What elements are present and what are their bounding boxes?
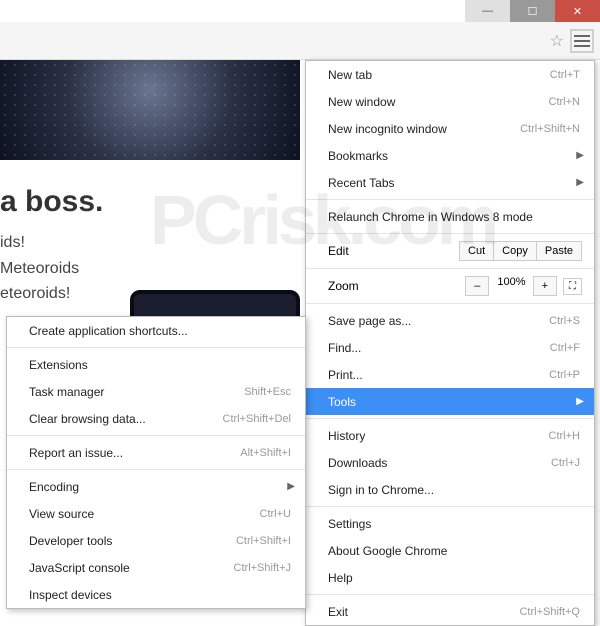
- menu-separator: [306, 506, 594, 507]
- chevron-right-icon: ▶: [576, 177, 584, 188]
- window-controls: — ☐ ✕: [465, 0, 600, 28]
- edit-label: Edit: [328, 244, 459, 258]
- submenu-extensions[interactable]: Extensions: [7, 351, 305, 378]
- chevron-right-icon: ▶: [287, 481, 295, 492]
- menu-sign-in[interactable]: Sign in to Chrome...: [306, 476, 594, 503]
- menu-tools[interactable]: Tools▶: [306, 388, 594, 415]
- menu-zoom-row: Zoom – 100% + ⛶: [306, 272, 594, 300]
- chrome-main-menu: New tabCtrl+T New windowCtrl+N New incog…: [305, 60, 595, 626]
- page-headline: a boss.: [0, 185, 103, 219]
- submenu-js-console[interactable]: JavaScript consoleCtrl+Shift+J: [7, 554, 305, 581]
- zoom-out-button[interactable]: –: [465, 276, 489, 296]
- text-line: Meteoroids: [0, 256, 79, 282]
- page-sublines: ids! Meteoroids eteoroids!: [0, 230, 79, 307]
- menu-separator: [7, 435, 305, 436]
- submenu-developer-tools[interactable]: Developer toolsCtrl+Shift+I: [7, 527, 305, 554]
- menu-separator: [306, 594, 594, 595]
- cut-button[interactable]: Cut: [459, 241, 494, 261]
- submenu-encoding[interactable]: Encoding▶: [7, 473, 305, 500]
- close-button[interactable]: ✕: [555, 0, 600, 22]
- zoom-label: Zoom: [328, 279, 465, 293]
- submenu-create-shortcuts[interactable]: Create application shortcuts...: [7, 317, 305, 344]
- submenu-task-manager[interactable]: Task managerShift+Esc: [7, 378, 305, 405]
- menu-new-incognito[interactable]: New incognito windowCtrl+Shift+N: [306, 115, 594, 142]
- text-line: eteoroids!: [0, 281, 79, 307]
- menu-save-page[interactable]: Save page as...Ctrl+S: [306, 307, 594, 334]
- menu-separator: [306, 199, 594, 200]
- maximize-button[interactable]: ☐: [510, 0, 555, 22]
- fullscreen-button[interactable]: ⛶: [563, 278, 582, 295]
- menu-new-window[interactable]: New windowCtrl+N: [306, 88, 594, 115]
- menu-exit[interactable]: ExitCtrl+Shift+Q: [306, 598, 594, 625]
- menu-new-tab[interactable]: New tabCtrl+T: [306, 61, 594, 88]
- submenu-view-source[interactable]: View sourceCtrl+U: [7, 500, 305, 527]
- copy-button[interactable]: Copy: [493, 241, 537, 261]
- menu-downloads[interactable]: DownloadsCtrl+J: [306, 449, 594, 476]
- menu-find[interactable]: Find...Ctrl+F: [306, 334, 594, 361]
- menu-separator: [306, 233, 594, 234]
- submenu-report-issue[interactable]: Report an issue...Alt+Shift+I: [7, 439, 305, 466]
- menu-separator: [7, 347, 305, 348]
- bookmark-star-icon[interactable]: ☆: [550, 31, 564, 51]
- submenu-clear-browsing[interactable]: Clear browsing data...Ctrl+Shift+Del: [7, 405, 305, 432]
- menu-edit-row: Edit Cut Copy Paste: [306, 237, 594, 265]
- paste-button[interactable]: Paste: [536, 241, 582, 261]
- menu-history[interactable]: HistoryCtrl+H: [306, 422, 594, 449]
- hamburger-menu-icon[interactable]: [572, 31, 592, 51]
- menu-settings[interactable]: Settings: [306, 510, 594, 537]
- chevron-right-icon: ▶: [576, 150, 584, 161]
- minimize-button[interactable]: —: [465, 0, 510, 22]
- menu-print[interactable]: Print...Ctrl+P: [306, 361, 594, 388]
- menu-separator: [7, 469, 305, 470]
- chevron-right-icon: ▶: [576, 396, 584, 407]
- hero-image: [0, 60, 300, 160]
- zoom-in-button[interactable]: +: [533, 276, 557, 296]
- menu-recent-tabs[interactable]: Recent Tabs▶: [306, 169, 594, 196]
- menu-help[interactable]: Help: [306, 564, 594, 591]
- tools-submenu: Create application shortcuts... Extensio…: [6, 316, 306, 609]
- menu-bookmarks[interactable]: Bookmarks▶: [306, 142, 594, 169]
- menu-separator: [306, 303, 594, 304]
- menu-separator: [306, 418, 594, 419]
- menu-separator: [306, 268, 594, 269]
- submenu-inspect-devices[interactable]: Inspect devices: [7, 581, 305, 608]
- text-line: ids!: [0, 230, 79, 256]
- zoom-value: 100%: [489, 276, 533, 296]
- menu-relaunch-win8[interactable]: Relaunch Chrome in Windows 8 mode: [306, 203, 594, 230]
